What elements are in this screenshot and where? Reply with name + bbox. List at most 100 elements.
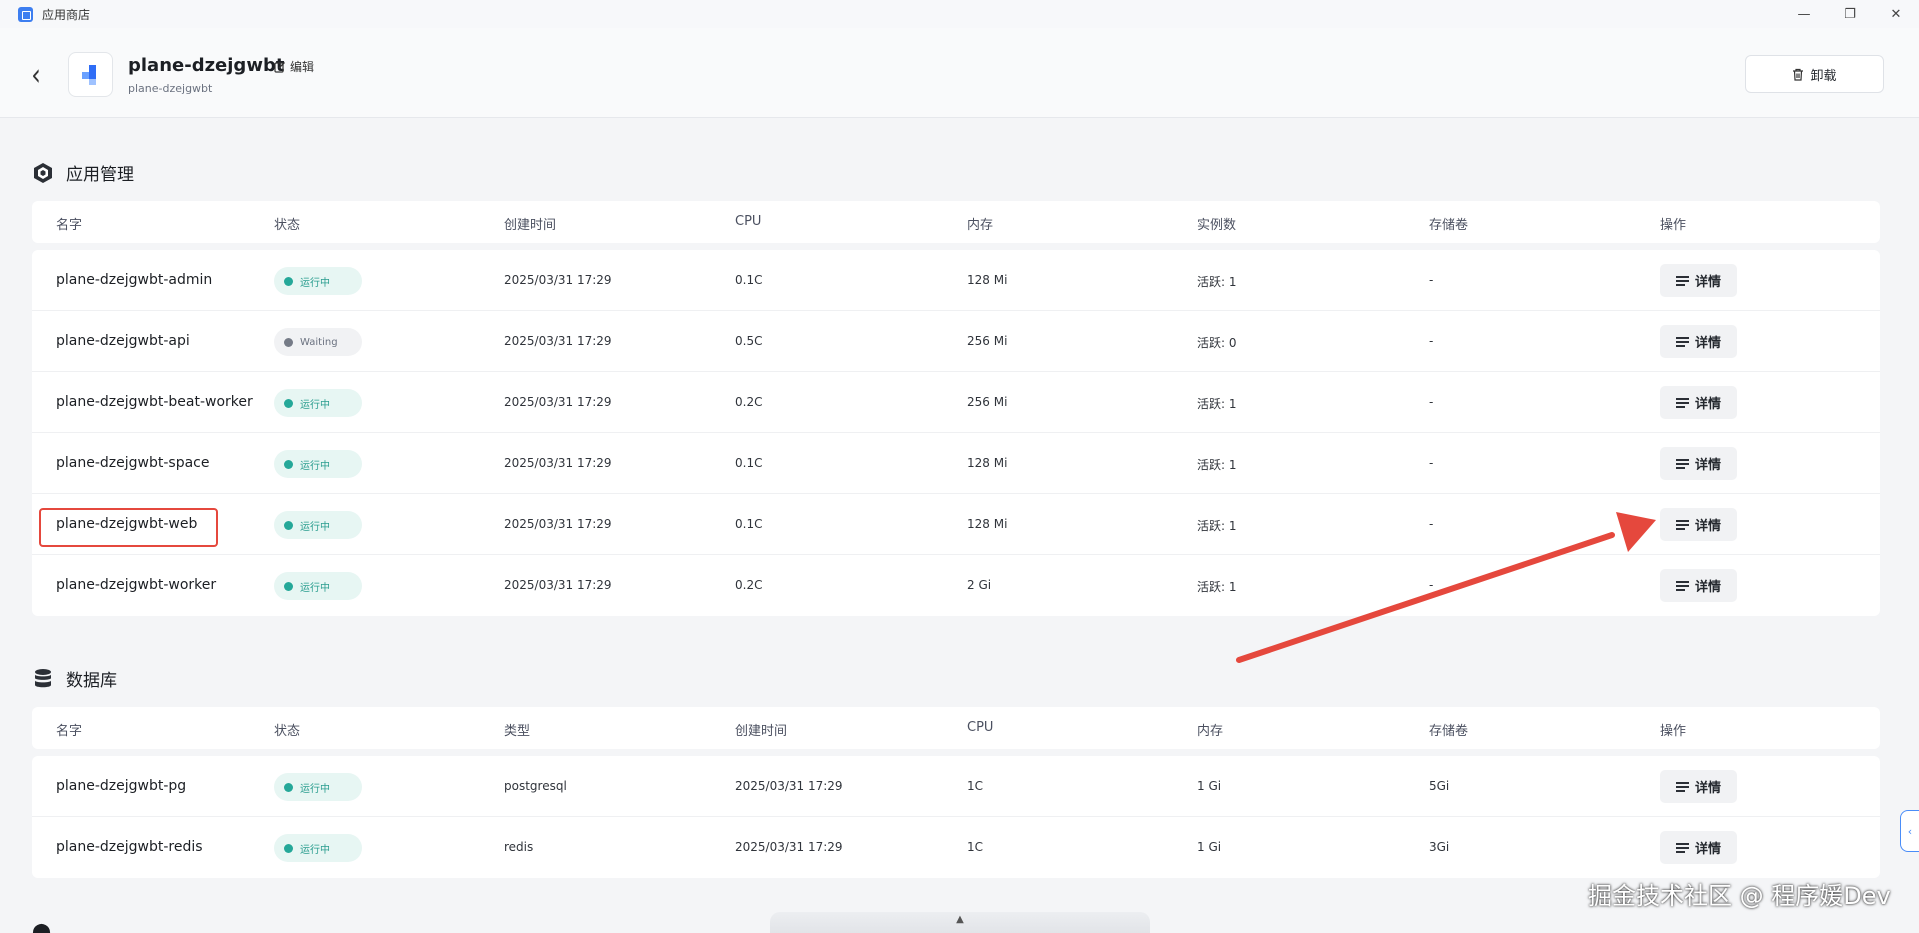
row-created: 2025/03/31 17:29 bbox=[504, 456, 612, 470]
col-action: 操作 bbox=[1660, 218, 1687, 233]
row-instances: 活跃: 1 bbox=[1197, 397, 1237, 411]
database-icon bbox=[32, 668, 54, 690]
detail-label: 详情 bbox=[1694, 519, 1721, 534]
detail-button[interactable]: 详情 bbox=[1660, 831, 1737, 864]
row-memory: 2 Gi bbox=[967, 578, 992, 592]
plane-logo-icon bbox=[80, 64, 102, 85]
col-volume: 存储卷 bbox=[1429, 218, 1469, 233]
edit-button[interactable]: 编辑 bbox=[274, 58, 314, 75]
lines-icon bbox=[1675, 781, 1689, 792]
side-panel-toggle[interactable]: ‹ bbox=[1900, 810, 1919, 852]
app-header: ‹ plane-dzejgwbt 编辑 plane-dzejgwbt 卸载 bbox=[0, 28, 1919, 118]
lines-icon bbox=[1675, 336, 1689, 347]
detail-button[interactable]: 详情 bbox=[1660, 770, 1737, 803]
status-badge: 运行中 bbox=[274, 572, 362, 600]
status-dot-icon bbox=[284, 459, 293, 469]
status-text: 运行中 bbox=[300, 783, 330, 795]
row-name: plane-dzejgwbt-admin bbox=[56, 272, 213, 288]
detail-button[interactable]: 详情 bbox=[1660, 386, 1737, 419]
uninstall-label: 卸载 bbox=[1810, 68, 1837, 84]
row-cpu: 0.5C bbox=[735, 334, 763, 348]
row-name: plane-dzejgwbt-worker bbox=[56, 577, 217, 593]
db-table: plane-dzejgwbt-pg 运行中 postgresql 2025/03/31… bbox=[32, 756, 1880, 878]
row-created: 2025/03/31 17:29 bbox=[735, 840, 843, 854]
app-name: plane-dzejgwbt bbox=[128, 55, 285, 76]
detail-button[interactable]: 详情 bbox=[1660, 508, 1737, 541]
status-dot-icon bbox=[284, 398, 293, 408]
status-badge: 运行中 bbox=[274, 267, 362, 295]
detail-label: 详情 bbox=[1694, 842, 1721, 857]
row-type: postgresql bbox=[504, 779, 567, 793]
row-cpu: 0.1C bbox=[735, 273, 763, 287]
db-table-header: 名字 状态 类型 创建时间 CPU 内存 存储卷 操作 bbox=[32, 707, 1880, 749]
table-row: plane-dzejgwbt-worker 运行中 2025/03/31 17:29… bbox=[32, 555, 1880, 616]
back-button[interactable]: ‹ bbox=[31, 61, 41, 91]
row-volume: - bbox=[1429, 334, 1434, 348]
table-row: plane-dzejgwbt-pg 运行中 postgresql 2025/03/31… bbox=[32, 756, 1880, 817]
status-badge: 运行中 bbox=[274, 511, 362, 539]
uninstall-button[interactable]: 卸载 bbox=[1745, 55, 1884, 93]
app-store-icon bbox=[18, 6, 33, 22]
row-created: 2025/03/31 17:29 bbox=[504, 517, 612, 531]
status-dot-icon bbox=[284, 276, 293, 286]
table-row: plane-dzejgwbt-web 运行中 2025/03/31 17:29 0.1… bbox=[32, 494, 1880, 555]
row-memory: 128 Mi bbox=[967, 273, 1008, 287]
watermark: 掘金技术社区 @ 程序媛Dev bbox=[1588, 882, 1891, 910]
trash-icon bbox=[1793, 68, 1804, 81]
apps-table: plane-dzejgwbt-admin 运行中 2025/03/31 17:29 0… bbox=[32, 250, 1880, 616]
maximize-button[interactable]: ❐ bbox=[1827, 0, 1873, 28]
col-name: 名字 bbox=[56, 724, 83, 739]
status-badge: 运行中 bbox=[274, 389, 362, 417]
table-row: plane-dzejgwbt-space 运行中 2025/03/31 17:29 0… bbox=[32, 433, 1880, 494]
row-created: 2025/03/31 17:29 bbox=[504, 395, 612, 409]
status-dot-icon bbox=[284, 520, 293, 530]
db-section-title: 数据库 bbox=[32, 666, 117, 691]
row-volume: - bbox=[1429, 273, 1434, 287]
row-cpu: 0.1C bbox=[735, 456, 763, 470]
row-created: 2025/03/31 17:29 bbox=[504, 578, 612, 592]
row-instances: 活跃: 1 bbox=[1197, 580, 1237, 594]
status-dot-icon bbox=[284, 782, 293, 792]
status-badge: 运行中 bbox=[274, 450, 362, 478]
apps-table-header: 名字 状态 创建时间 CPU 内存 实例数 存储卷 操作 bbox=[32, 201, 1880, 243]
status-dot-icon bbox=[284, 337, 293, 347]
status-badge: 运行中 bbox=[274, 834, 362, 862]
row-name: plane-dzejgwbt-space bbox=[56, 455, 210, 471]
row-name: plane-dzejgwbt-pg bbox=[56, 778, 187, 794]
detail-button[interactable]: 详情 bbox=[1660, 569, 1737, 602]
lines-icon bbox=[1675, 397, 1689, 408]
col-created: 创建时间 bbox=[504, 218, 557, 233]
edit-icon bbox=[274, 61, 285, 73]
status-text: 运行中 bbox=[300, 460, 330, 472]
table-row: plane-dzejgwbt-admin 运行中 2025/03/31 17:29 0… bbox=[32, 250, 1880, 311]
table-row: plane-dzejgwbt-api Waiting 2025/03/31 17:2… bbox=[32, 311, 1880, 372]
row-volume: 5Gi bbox=[1429, 779, 1450, 793]
status-dot-icon bbox=[284, 843, 293, 853]
row-cpu: 1C bbox=[967, 779, 984, 793]
status-text: 运行中 bbox=[300, 582, 330, 594]
detail-label: 详情 bbox=[1694, 781, 1721, 796]
row-volume: 3Gi bbox=[1429, 840, 1450, 854]
bottom-panel-toggle[interactable]: ▲ bbox=[770, 912, 1150, 933]
col-memory: 内存 bbox=[967, 218, 994, 233]
row-memory: 1 Gi bbox=[1197, 840, 1222, 854]
status-dot-icon bbox=[284, 581, 293, 591]
col-cpu: CPU bbox=[735, 214, 762, 229]
table-row: plane-dzejgwbt-beat-worker 运行中 2025/03/31 … bbox=[32, 372, 1880, 433]
lines-icon bbox=[1675, 458, 1689, 469]
window-controls: — ❐ ✕ bbox=[1781, 0, 1919, 28]
row-name: plane-dzejgwbt-redis bbox=[56, 839, 203, 855]
detail-button[interactable]: 详情 bbox=[1660, 447, 1737, 480]
detail-button[interactable]: 详情 bbox=[1660, 264, 1737, 297]
detail-button[interactable]: 详情 bbox=[1660, 325, 1737, 358]
row-instances: 活跃: 0 bbox=[1197, 336, 1237, 350]
minimize-button[interactable]: — bbox=[1781, 0, 1827, 28]
row-type: redis bbox=[504, 840, 534, 854]
status-text: 运行中 bbox=[300, 844, 330, 856]
row-name: plane-dzejgwbt-api bbox=[56, 333, 190, 349]
lines-icon bbox=[1675, 842, 1689, 853]
status-badge: Waiting bbox=[274, 328, 362, 356]
status-badge: 运行中 bbox=[274, 773, 362, 801]
apps-section-title: 应用管理 bbox=[32, 160, 134, 185]
close-button[interactable]: ✕ bbox=[1873, 0, 1919, 28]
